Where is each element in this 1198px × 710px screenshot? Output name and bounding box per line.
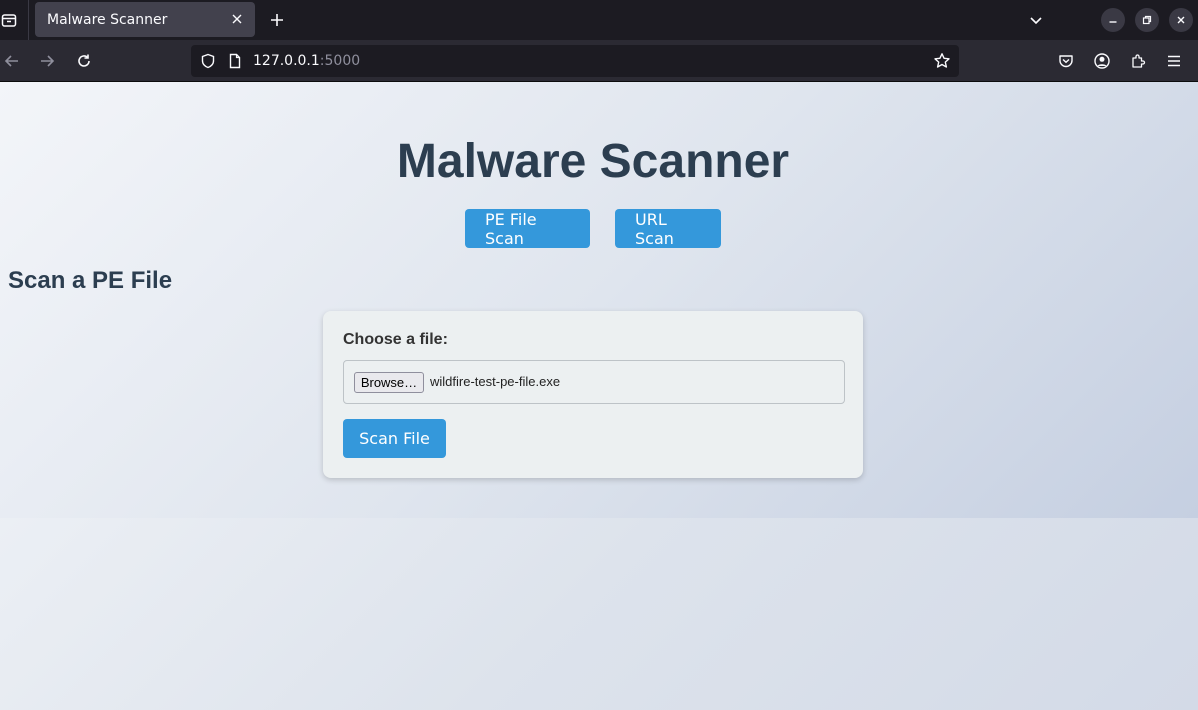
tab-separator: [28, 0, 29, 40]
page-icon[interactable]: [226, 52, 244, 70]
tab-list-icon[interactable]: [0, 11, 18, 29]
pocket-icon[interactable]: [1055, 50, 1077, 72]
scan-file-button[interactable]: Scan File: [343, 419, 446, 458]
chevron-down-icon[interactable]: [1024, 8, 1048, 32]
file-input[interactable]: Browse… wildfire-test-pe-file.exe: [343, 360, 845, 404]
navigation-toolbar: 127.0.0.1:5000: [0, 40, 1198, 82]
url-scan-button[interactable]: URL Scan: [615, 209, 721, 248]
tab-bar: Malware Scanner: [0, 0, 1198, 40]
reload-icon[interactable]: [73, 50, 95, 72]
minimize-icon[interactable]: [1101, 8, 1125, 32]
scanner-container: Malware Scanner PE File Scan URL Scan Sc…: [0, 82, 1198, 518]
restore-icon[interactable]: [1135, 8, 1159, 32]
back-icon[interactable]: [1, 50, 23, 72]
extensions-icon[interactable]: [1127, 50, 1149, 72]
window-close-icon[interactable]: [1169, 8, 1193, 32]
menu-icon[interactable]: [1163, 50, 1185, 72]
url-host: 127.0.0.1: [253, 53, 320, 69]
file-field-label: Choose a file:: [343, 331, 448, 348]
page-title: Malware Scanner: [396, 135, 790, 188]
page-viewport: Malware Scanner PE File Scan URL Scan Sc…: [0, 82, 1198, 710]
selected-file-name: wildfire-test-pe-file.exe: [430, 374, 561, 389]
account-icon[interactable]: [1091, 50, 1113, 72]
address-bar[interactable]: 127.0.0.1:5000: [191, 45, 959, 77]
star-icon[interactable]: [933, 52, 951, 70]
browser-tab[interactable]: Malware Scanner: [35, 2, 255, 37]
pe-file-scan-button[interactable]: PE File Scan: [465, 209, 590, 248]
browse-button[interactable]: Browse…: [354, 372, 424, 393]
url-text[interactable]: 127.0.0.1:5000: [253, 53, 360, 69]
upload-form-card: Choose a file: Browse… wildfire-test-pe-…: [323, 311, 863, 478]
close-icon[interactable]: [229, 11, 245, 27]
url-port: :5000: [319, 53, 361, 69]
section-title: Scan a PE File: [8, 267, 173, 294]
forward-icon[interactable]: [36, 50, 58, 72]
plus-icon[interactable]: [266, 9, 288, 31]
tab-title: Malware Scanner: [47, 11, 168, 28]
shield-icon[interactable]: [199, 52, 217, 70]
